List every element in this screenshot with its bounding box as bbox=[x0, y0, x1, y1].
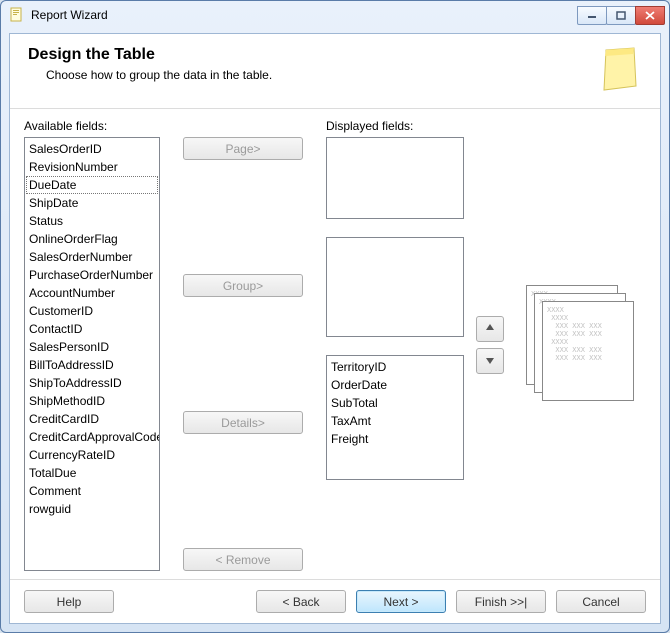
list-item[interactable]: CustomerID bbox=[26, 302, 158, 320]
page-fields-listbox[interactable] bbox=[326, 137, 464, 219]
page-button[interactable]: Page> bbox=[183, 137, 303, 160]
list-item[interactable]: SalesOrderNumber bbox=[26, 248, 158, 266]
list-item[interactable]: PurchaseOrderNumber bbox=[26, 266, 158, 284]
list-item[interactable]: ShipDate bbox=[26, 194, 158, 212]
arrow-up-icon bbox=[485, 322, 495, 336]
list-item[interactable]: ShipToAddressID bbox=[26, 374, 158, 392]
list-item[interactable]: Comment bbox=[26, 482, 158, 500]
list-item[interactable]: CurrencyRateID bbox=[26, 446, 158, 464]
back-button[interactable]: < Back bbox=[256, 590, 346, 613]
report-icon bbox=[600, 46, 642, 94]
next-button[interactable]: Next > bbox=[356, 590, 446, 613]
group-fields-listbox[interactable] bbox=[326, 237, 464, 337]
list-item[interactable]: SalesOrderID bbox=[26, 140, 158, 158]
window-buttons bbox=[578, 6, 665, 25]
displayed-fields-label: Displayed fields: bbox=[326, 119, 464, 133]
wizard-header: Design the Table Choose how to group the… bbox=[10, 34, 660, 109]
maximize-button[interactable] bbox=[606, 6, 636, 25]
available-fields-listbox[interactable]: SalesOrderIDRevisionNumberDueDateShipDat… bbox=[24, 137, 160, 571]
list-item[interactable]: CreditCardApprovalCode bbox=[26, 428, 158, 446]
list-item[interactable]: Status bbox=[26, 212, 158, 230]
list-item[interactable]: rowguid bbox=[26, 500, 158, 518]
list-item[interactable]: DueDate bbox=[26, 176, 158, 194]
wizard-footer: Help < Back Next > Finish >>| Cancel bbox=[10, 579, 660, 623]
details-button[interactable]: Details> bbox=[183, 411, 303, 434]
page-title: Design the Table bbox=[28, 46, 588, 64]
page-subtitle: Choose how to group the data in the tabl… bbox=[46, 68, 588, 82]
close-button[interactable] bbox=[635, 6, 665, 25]
client-area: Design the Table Choose how to group the… bbox=[9, 33, 661, 624]
remove-button[interactable]: < Remove bbox=[183, 548, 303, 571]
list-item[interactable]: AccountNumber bbox=[26, 284, 158, 302]
wizard-body: Available fields: SalesOrderIDRevisionNu… bbox=[10, 109, 660, 579]
list-item[interactable]: OrderDate bbox=[328, 376, 462, 394]
arrow-down-icon bbox=[485, 354, 495, 368]
available-fields-label: Available fields: bbox=[24, 119, 160, 133]
list-item[interactable]: SubTotal bbox=[328, 394, 462, 412]
details-fields-listbox[interactable]: TerritoryIDOrderDateSubTotalTaxAmtFreigh… bbox=[326, 355, 464, 480]
group-button[interactable]: Group> bbox=[183, 274, 303, 297]
help-button[interactable]: Help bbox=[24, 590, 114, 613]
app-icon bbox=[9, 7, 25, 23]
list-item[interactable]: OnlineOrderFlag bbox=[26, 230, 158, 248]
cancel-button[interactable]: Cancel bbox=[556, 590, 646, 613]
list-item[interactable]: BillToAddressID bbox=[26, 356, 158, 374]
minimize-button[interactable] bbox=[577, 6, 607, 25]
list-item[interactable]: Freight bbox=[328, 430, 462, 448]
list-item[interactable]: ShipMethodID bbox=[26, 392, 158, 410]
list-item[interactable]: RevisionNumber bbox=[26, 158, 158, 176]
list-item[interactable]: SalesPersonID bbox=[26, 338, 158, 356]
list-item[interactable]: TaxAmt bbox=[328, 412, 462, 430]
finish-button[interactable]: Finish >>| bbox=[456, 590, 546, 613]
list-item[interactable]: TerritoryID bbox=[328, 358, 462, 376]
list-item[interactable]: TotalDue bbox=[26, 464, 158, 482]
titlebar: Report Wizard bbox=[1, 1, 669, 29]
list-item[interactable]: CreditCardID bbox=[26, 410, 158, 428]
window-title: Report Wizard bbox=[31, 8, 578, 22]
window: Report Wizard Design the Table Choose ho… bbox=[0, 0, 670, 633]
move-down-button[interactable] bbox=[476, 348, 504, 374]
list-item[interactable]: ContactID bbox=[26, 320, 158, 338]
layout-preview: XXXX XXXX XXXX XXXX XXX XXX XXX XXX XXX … bbox=[516, 119, 646, 571]
move-up-button[interactable] bbox=[476, 316, 504, 342]
